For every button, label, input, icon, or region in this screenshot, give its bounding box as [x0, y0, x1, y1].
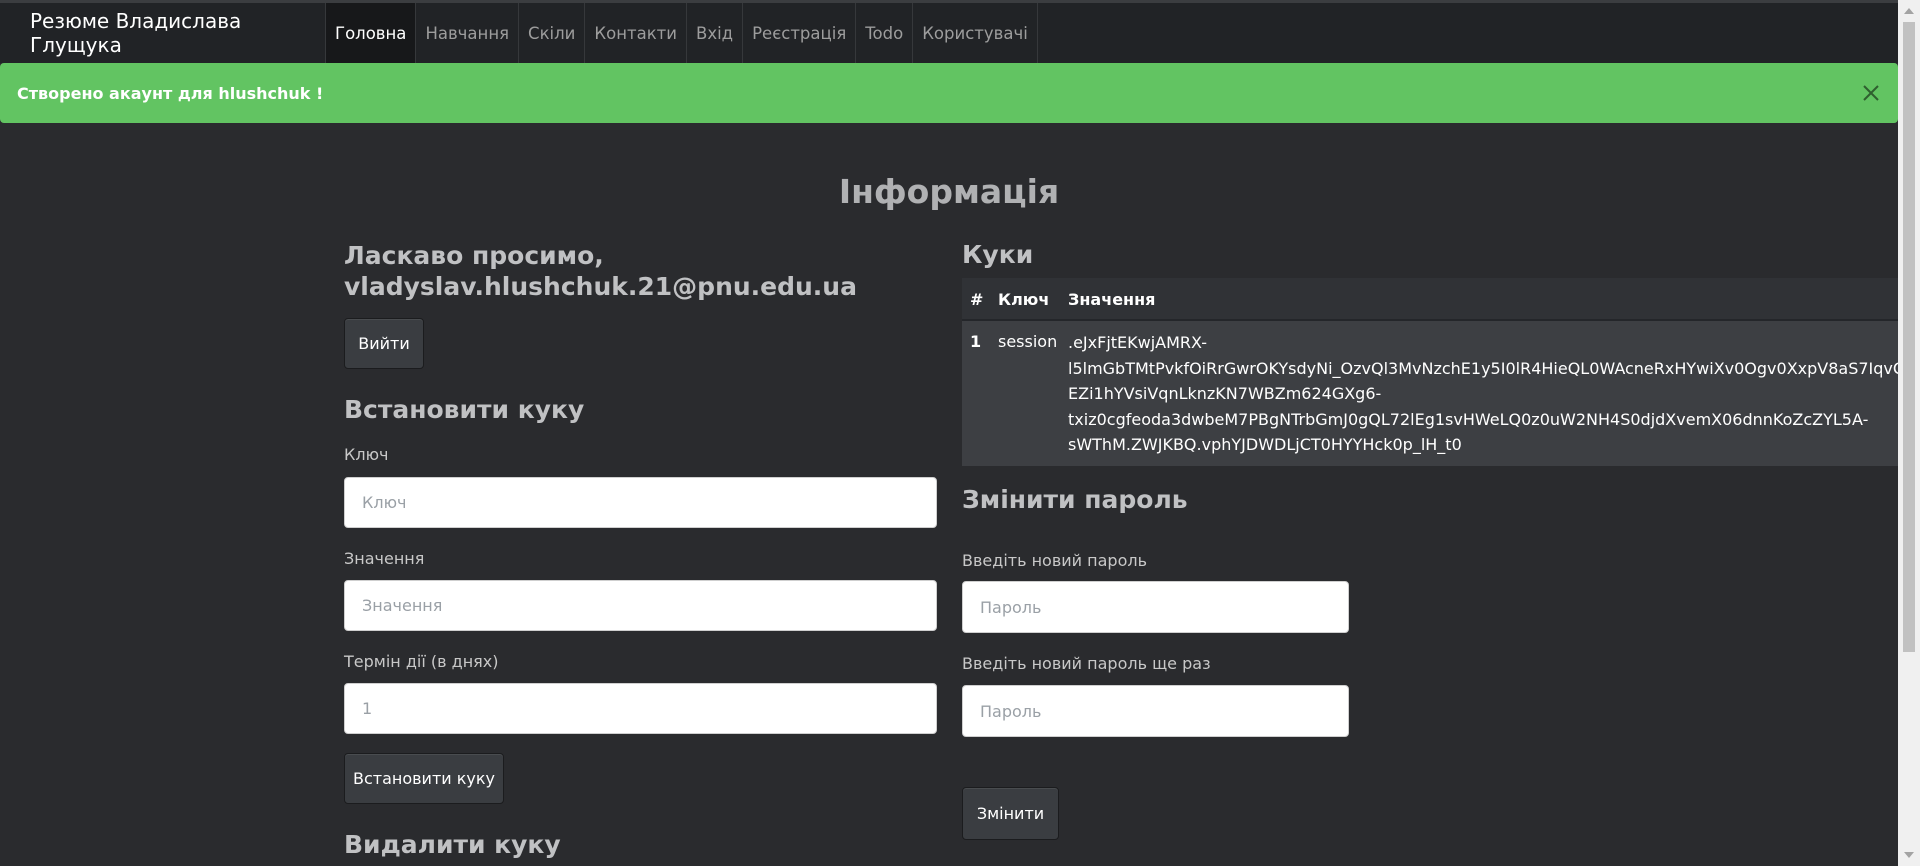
row-key: session — [998, 332, 1058, 351]
cookie-value-label: Значення — [344, 549, 425, 568]
nav-item-home[interactable]: Головна — [325, 3, 416, 63]
table-header: # Ключ Значення — [962, 278, 1898, 321]
close-icon[interactable] — [1858, 80, 1884, 106]
nav-item-register[interactable]: Реєстрація — [742, 3, 855, 63]
success-alert: Створено акаунт для hlushchuk ! — [0, 63, 1898, 123]
welcome-heading: Ласкаво просимо, vladyslav.hlushchuk.21@… — [344, 240, 857, 302]
cookie-value-line: .eJxFjtEKwjAMRX- — [1068, 333, 1207, 352]
welcome-email: vladyslav.hlushchuk.21@pnu.edu.ua — [344, 272, 857, 301]
welcome-greeting: Ласкаво просимо, — [344, 241, 604, 270]
new-password-label: Введіть новий пароль — [962, 551, 1148, 570]
change-password-heading: Змінити пароль — [962, 485, 1188, 514]
navbar-brand[interactable]: Резюме Владислава Глущука — [0, 3, 325, 63]
cookie-value-input[interactable]: Значення — [344, 580, 937, 631]
nav-item-login[interactable]: Вхід — [686, 3, 742, 63]
cookie-value-line: sWThM.ZWJKBQ.vphYJDWDLjCT0HYYHck0p_lH_t0 — [1068, 435, 1462, 454]
navbar: Резюме Владислава Глущука Головна Навчан… — [0, 0, 1898, 63]
delete-cookie-heading: Видалити куку — [344, 830, 561, 859]
logout-button[interactable]: Вийти — [344, 318, 424, 369]
nav-item-skills[interactable]: Скіли — [518, 3, 584, 63]
scrollbar-thumb[interactable] — [1903, 22, 1915, 652]
column-header-index: # — [970, 290, 984, 309]
nav-item-todo[interactable]: Todo — [855, 3, 912, 63]
scroll-down-arrow-icon[interactable] — [1904, 852, 1914, 858]
alert-message: Створено акаунт для hlushchuk ! — [17, 83, 324, 103]
vertical-scrollbar[interactable] — [1898, 0, 1920, 866]
cookie-key-input[interactable]: Ключ — [344, 477, 937, 528]
nav-item-education[interactable]: Навчання — [415, 3, 518, 63]
change-password-button[interactable]: Змінити — [962, 787, 1059, 840]
row-value: .eJxFjtEKwjAMRX- l5lmGbTMtPvkfOiRrGwrOKY… — [1068, 330, 1898, 458]
cookies-heading: Куки — [962, 240, 1034, 269]
nav-item-users[interactable]: Користувачі — [912, 3, 1038, 63]
cookie-key-label: Ключ — [344, 445, 389, 464]
cookie-days-label: Термін дії (в днях) — [344, 652, 499, 671]
cookies-table: # Ключ Значення 1 session .eJxFjtEKwjAMR… — [962, 278, 1898, 466]
cookie-value-line: txiz0cgfeoda3dwbeM7PBgNTrbGmJ0gQL72lEg1s… — [1068, 409, 1869, 429]
column-header-value: Значення — [1068, 290, 1156, 309]
row-index: 1 — [970, 332, 982, 351]
nav-item-contacts[interactable]: Контакти — [584, 3, 686, 63]
cookie-value-line: l5lmGbTMtPvkfOiRrGwrOKYsdyNi_OzvQl3MvNzc… — [1068, 358, 1898, 378]
page-title: Інформація — [838, 172, 1060, 211]
repeat-password-label: Введіть новий пароль ще раз — [962, 654, 1211, 673]
column-header-key: Ключ — [998, 290, 1050, 309]
cookie-value-line: EZi1hYVsiVqnLknzKN7WBZm624GXg6- — [1068, 384, 1382, 403]
repeat-password-input[interactable]: Пароль — [962, 685, 1349, 737]
set-cookie-heading: Встановити куку — [344, 395, 585, 424]
new-password-input[interactable]: Пароль — [962, 581, 1349, 633]
set-cookie-button[interactable]: Встановити куку — [344, 753, 504, 804]
scroll-up-arrow-icon[interactable] — [1904, 8, 1914, 14]
cookie-days-input[interactable]: 1 — [344, 683, 937, 734]
